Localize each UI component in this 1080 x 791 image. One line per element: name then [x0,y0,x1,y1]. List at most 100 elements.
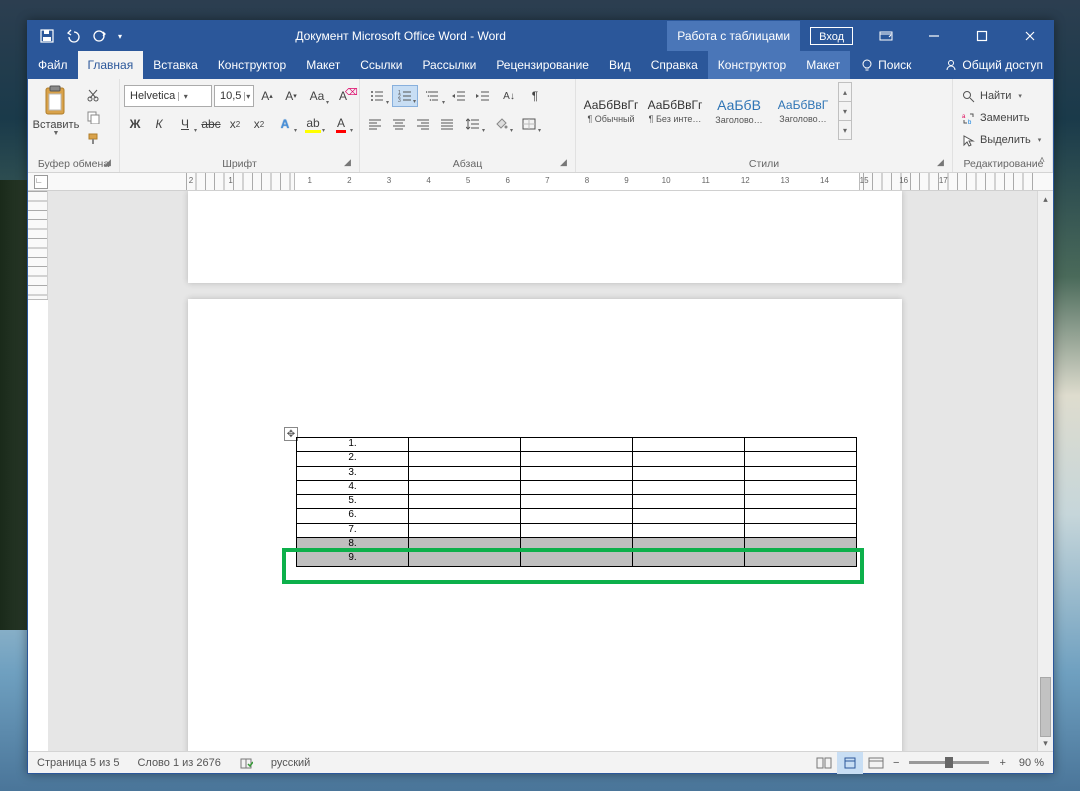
read-mode-button[interactable] [811,752,837,774]
styles-gallery-nav[interactable]: ▴▾▾ [838,82,852,140]
table-row[interactable]: 7. [297,523,857,537]
table-cell[interactable]: 7. [297,523,409,537]
table-cell[interactable]: 1. [297,438,409,452]
vertical-ruler[interactable] [28,191,48,751]
style-normal[interactable]: АаБбВвГг¶ Обычный [580,82,642,140]
table-row[interactable]: 5. [297,495,857,509]
maximize-button[interactable] [959,21,1005,51]
zoom-slider[interactable] [909,761,989,764]
style-no-spacing[interactable]: АаБбВвГг¶ Без инте… [644,82,706,140]
decrease-indent-button[interactable] [448,85,470,107]
cut-button[interactable] [82,86,104,104]
clipboard-dialog-launcher[interactable]: ◢ [104,157,116,169]
spell-check-status[interactable] [230,752,262,773]
page-indicator[interactable]: Страница 5 из 5 [28,752,128,773]
page-current[interactable]: ✥ 1.2.3.4.5.6.7.8.9. [188,299,902,751]
grow-font-button[interactable]: A▴ [256,85,278,107]
increase-indent-button[interactable] [472,85,494,107]
tab-design[interactable]: Конструктор [208,51,296,79]
table-cell[interactable] [745,495,857,509]
find-button[interactable]: Найти▾ [959,86,1025,106]
scroll-down-button[interactable]: ▾ [1038,735,1053,751]
share-button[interactable]: Общий доступ [934,51,1053,79]
style-heading2[interactable]: АаБбВвГЗаголово… [772,82,834,140]
table-cell[interactable] [633,523,745,537]
borders-button[interactable]: ▾ [516,113,542,135]
table-cell[interactable] [745,466,857,480]
table-cell[interactable] [745,509,857,523]
table-cell[interactable]: 5. [297,495,409,509]
table-cell[interactable] [633,552,745,566]
underline-button[interactable]: Ч▾ [172,113,198,135]
table-cell[interactable]: 2. [297,452,409,466]
save-button[interactable] [36,25,58,47]
bullets-button[interactable]: ▾ [364,85,390,107]
tab-view[interactable]: Вид [599,51,641,79]
table-cell[interactable] [409,438,521,452]
table-cell[interactable] [521,452,633,466]
superscript-button[interactable]: x2 [248,113,270,135]
table-cell[interactable] [521,538,633,552]
show-marks-button[interactable]: ¶ [524,85,546,107]
highlight-button[interactable]: ab▾ [300,113,326,135]
justify-button[interactable] [436,113,458,135]
word-count[interactable]: Слово 1 из 2676 [128,752,229,773]
table-cell[interactable] [745,552,857,566]
shading-button[interactable]: ▾ [488,113,514,135]
tab-references[interactable]: Ссылки [350,51,412,79]
styles-dialog-launcher[interactable]: ◢ [937,157,949,169]
table-cell[interactable] [521,495,633,509]
table-row[interactable]: 2. [297,452,857,466]
table-cell[interactable]: 4. [297,480,409,494]
strikethrough-button[interactable]: abc [200,113,222,135]
shrink-font-button[interactable]: A▾ [280,85,302,107]
replace-button[interactable]: abЗаменить [959,108,1032,128]
tab-mailings[interactable]: Рассылки [412,51,486,79]
table-cell[interactable] [409,495,521,509]
table-cell[interactable] [633,495,745,509]
document-table[interactable]: 1.2.3.4.5.6.7.8.9. [296,437,857,567]
table-cell[interactable] [745,480,857,494]
tab-help[interactable]: Справка [641,51,708,79]
subscript-button[interactable]: x2 [224,113,246,135]
table-cell[interactable] [521,509,633,523]
page-prev[interactable] [188,191,902,283]
paragraph-dialog-launcher[interactable]: ◢ [560,157,572,169]
scroll-thumb[interactable] [1040,677,1051,737]
sign-in-button[interactable]: Вход [810,27,853,45]
redo-button[interactable] [88,25,110,47]
numbering-button[interactable]: 123▾ [392,85,418,107]
table-row[interactable]: 9. [297,552,857,566]
tab-table-layout[interactable]: Макет [796,51,850,79]
font-dialog-launcher[interactable]: ◢ [344,157,356,169]
italic-button[interactable]: К [148,113,170,135]
collapse-ribbon-button[interactable]: ˄ [1035,155,1049,169]
copy-button[interactable] [82,108,104,126]
web-layout-button[interactable] [863,752,889,774]
line-spacing-button[interactable]: ▾ [460,113,486,135]
table-row[interactable]: 1. [297,438,857,452]
style-heading1[interactable]: АаБбВЗаголово… [708,82,770,140]
table-cell[interactable] [409,466,521,480]
sort-button[interactable]: A↓ [496,85,522,107]
table-cell[interactable]: 8. [297,538,409,552]
table-row[interactable]: 3. [297,466,857,480]
ribbon-display-options[interactable] [863,21,909,51]
undo-button[interactable] [62,25,84,47]
tab-review[interactable]: Рецензирование [486,51,599,79]
tab-selector[interactable]: ∟ [34,175,48,189]
table-cell[interactable] [745,438,857,452]
format-painter-button[interactable] [82,130,104,148]
tab-table-design[interactable]: Конструктор [708,51,796,79]
horizontal-ruler[interactable]: ∟ 211234567891011121314151617 [28,173,1053,191]
table-row[interactable]: 8. [297,538,857,552]
table-cell[interactable] [745,538,857,552]
close-button[interactable] [1007,21,1053,51]
tab-home[interactable]: Главная [78,51,144,79]
table-cell[interactable] [409,480,521,494]
table-cell[interactable]: 6. [297,509,409,523]
font-name-combo[interactable]: Helvetica▾ [124,85,212,107]
font-size-combo[interactable]: 10,5▾ [214,85,254,107]
table-cell[interactable]: 9. [297,552,409,566]
multilevel-list-button[interactable]: ▾ [420,85,446,107]
